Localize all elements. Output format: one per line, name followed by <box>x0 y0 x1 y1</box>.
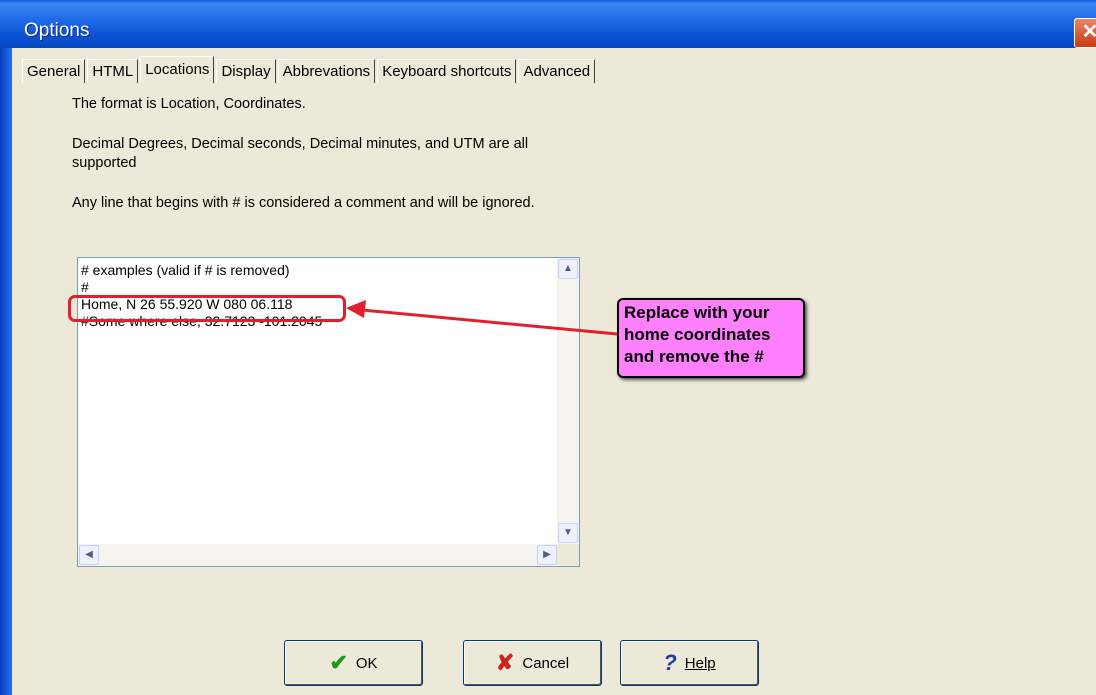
title-bar: Options <box>0 0 1096 48</box>
chevron-right-icon: ▶ <box>543 549 551 560</box>
cancel-button[interactable]: ✘ Cancel <box>463 640 602 686</box>
close-button[interactable]: ✕ <box>1074 18 1096 48</box>
window-left-border <box>0 48 12 695</box>
scroll-left-button[interactable]: ◀ <box>79 545 99 565</box>
scroll-right-button[interactable]: ▶ <box>537 545 557 565</box>
text-line: # <box>81 279 89 295</box>
home-line-highlight <box>68 295 346 322</box>
chevron-up-icon: ▲ <box>563 263 573 274</box>
cross-icon: ✘ <box>495 650 515 675</box>
help-icon: ? <box>663 650 677 675</box>
tab-advanced[interactable]: Advanced <box>518 59 596 83</box>
tab-bar: General HTML Locations Display Abbrevati… <box>22 56 682 83</box>
tab-locations[interactable]: Locations <box>140 56 215 83</box>
help-button[interactable]: ? Help <box>620 640 759 686</box>
tab-html[interactable]: HTML <box>87 59 139 83</box>
comment-rule-text: Any line that begins with # is considere… <box>72 195 535 211</box>
cancel-label: Cancel <box>522 654 570 672</box>
help-label: Help <box>684 654 716 672</box>
scrollbar-corner <box>557 544 579 566</box>
ok-button[interactable]: ✔ OK <box>284 640 423 686</box>
text-line: # examples (valid if # is removed) <box>81 262 290 278</box>
scroll-up-button[interactable]: ▲ <box>558 259 578 279</box>
chevron-down-icon: ▼ <box>563 527 573 538</box>
format-description: The format is Location, Coordinates. <box>72 96 306 112</box>
tab-abbrevations[interactable]: Abbrevations <box>277 59 376 83</box>
window-title: Options <box>24 20 90 41</box>
callout-line: home coordinates <box>624 325 771 344</box>
scroll-down-button[interactable]: ▼ <box>558 523 578 543</box>
horizontal-scrollbar[interactable]: ◀ ▶ <box>78 544 558 566</box>
supported-formats-text-cont: supported <box>72 155 137 171</box>
close-icon: ✕ <box>1081 21 1096 43</box>
tab-display[interactable]: Display <box>216 59 276 83</box>
ok-label: OK <box>355 654 378 672</box>
supported-formats-text: Decimal Degrees, Decimal seconds, Decima… <box>72 136 529 152</box>
tab-general[interactable]: General <box>22 59 86 83</box>
vertical-scrollbar[interactable]: ▲ ▼ <box>557 258 579 544</box>
callout-note: Replace with your home coordinates and r… <box>617 298 805 378</box>
chevron-left-icon: ◀ <box>85 549 93 560</box>
callout-line: and remove the # <box>624 347 764 366</box>
tab-keyboard-shortcuts[interactable]: Keyboard shortcuts <box>377 59 517 83</box>
callout-line: Replace with your <box>624 303 770 322</box>
checkmark-icon: ✔ <box>329 650 348 675</box>
